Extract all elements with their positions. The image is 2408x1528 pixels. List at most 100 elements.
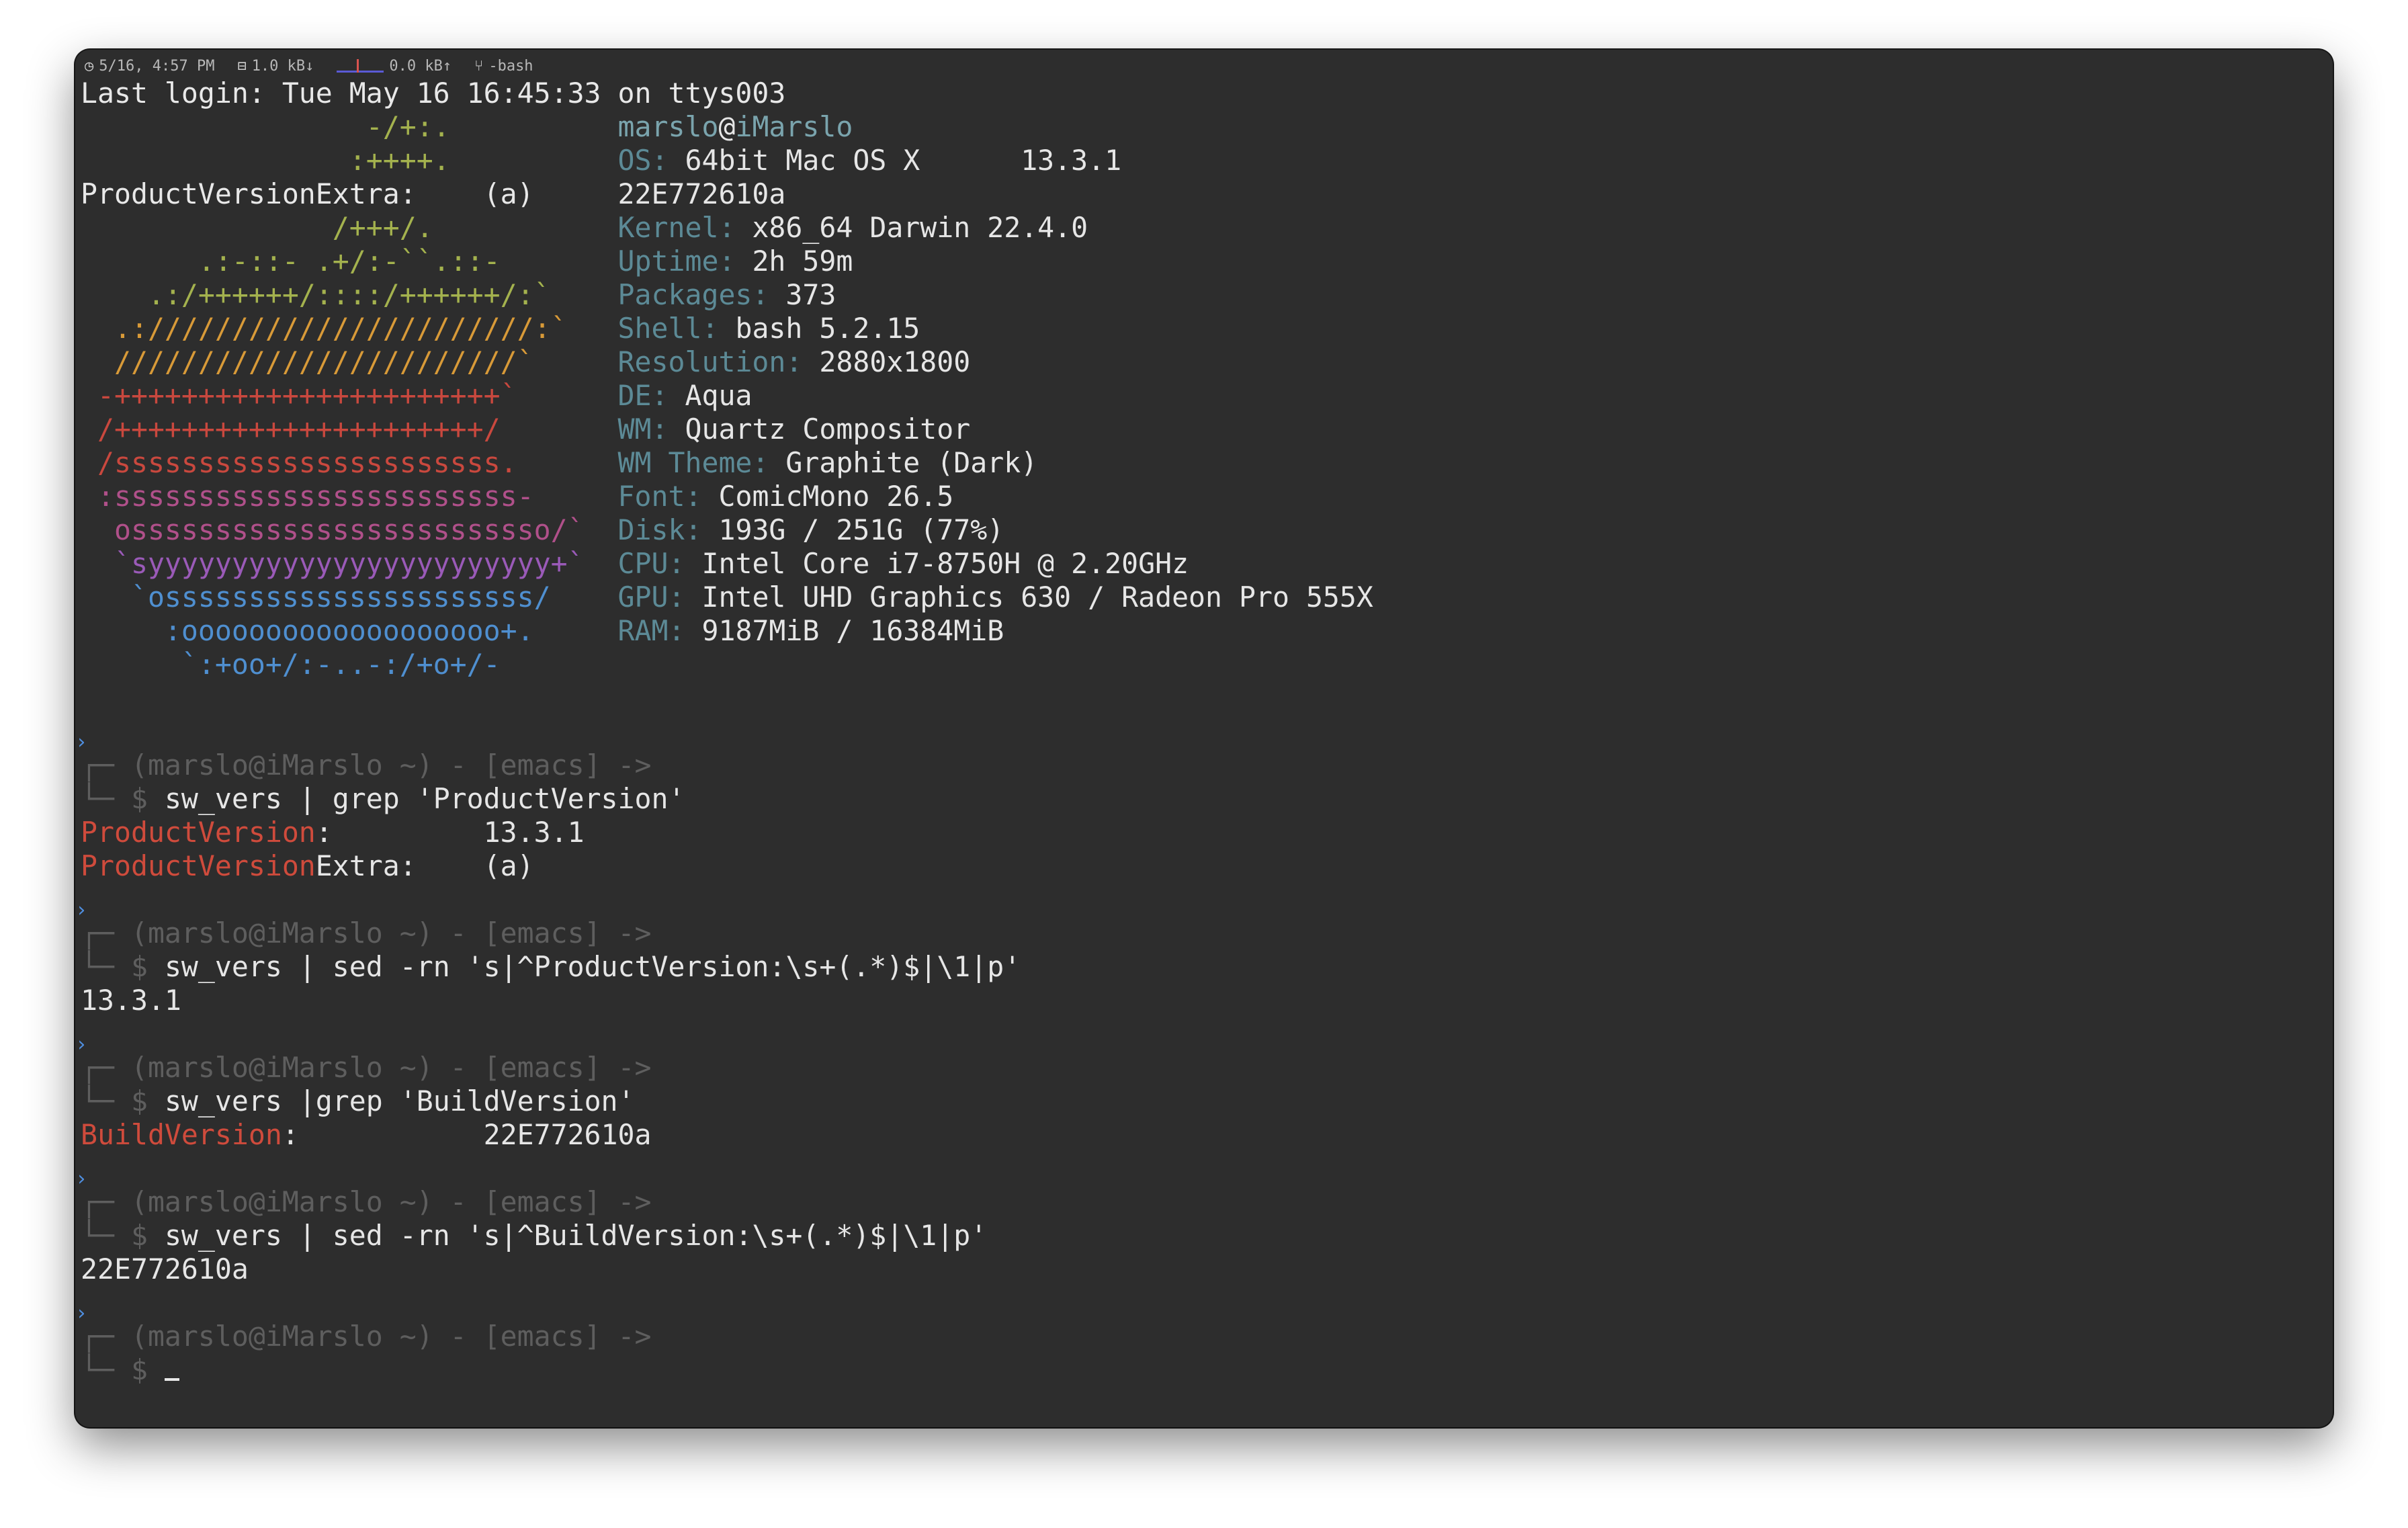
neofetch-info-value: 2h 59m: [752, 245, 853, 278]
ascii-art-fragment: `ossssssssssssssssssssss/: [81, 581, 618, 613]
command-text: sw_vers |grep 'BuildVersion': [164, 1085, 635, 1117]
neofetch-info-label: Resolution:: [617, 345, 803, 378]
neofetch-info-value: ComicMono 26.5: [718, 480, 954, 513]
clock-icon: ◷: [85, 57, 94, 75]
neofetch-user: marslo: [617, 110, 719, 143]
prompt-symbol: └─ $: [81, 1353, 165, 1386]
neofetch-info-value: 2880x1800: [819, 345, 971, 378]
ascii-art-fragment: ////////////////////////`: [81, 345, 618, 378]
prompt-context: ┌─ (marslo@iMarslo ~) - [emacs] ->: [81, 749, 652, 781]
ascii-art-fragment: -+++++++++++++++++++++++`: [81, 379, 618, 412]
command-output-line: 13.3.1: [81, 984, 1373, 1017]
neofetch-line: .:/++++++/::::/++++++/:` Packages: 373: [81, 278, 1373, 312]
neofetch-info-label: CPU:: [617, 547, 685, 580]
branch-icon: ⑂: [474, 57, 484, 75]
neofetch-line: -/+:. marslo@iMarslo: [81, 110, 1373, 144]
neofetch-info-label: Shell:: [617, 312, 719, 345]
tmux-status-bar: ◷ 5/16, 4:57 PM ⊟ 1.0 kB↓ 0.0 kB↑ ⑂ -bas…: [85, 55, 533, 77]
command-text: sw_vers | grep 'ProductVersion': [164, 782, 685, 815]
neofetch-info-value: Intel UHD Graphics 630 / Radeon Pro 555X: [701, 581, 1373, 613]
neofetch-info-value: x86_64 Darwin 22.4.0: [752, 211, 1088, 244]
command-line: └─ $: [81, 1353, 1373, 1387]
neofetch-line: :++++. OS: 64bit Mac OS X 13.3.1: [81, 144, 1373, 177]
neofetch-info-value: Quartz Compositor: [685, 413, 971, 445]
prompt-context: ┌─ (marslo@iMarslo ~) - [emacs] ->: [81, 1051, 652, 1084]
status-process: ⑂ -bash: [474, 57, 533, 75]
output-text: 13.3.1: [81, 984, 181, 1017]
neofetch-info-label: Disk:: [617, 513, 702, 546]
neofetch-info-label: Packages:: [617, 278, 769, 311]
prompt-marker-icon: ›: [75, 898, 88, 922]
neofetch-info-value: Graphite (Dark): [785, 446, 1038, 479]
neofetch-info-value: 9187MiB / 16384MiB: [701, 614, 1004, 647]
neofetch-info-value: bash 5.2.15: [735, 312, 920, 345]
last-login-line: Last login: Tue May 16 16:45:33 on ttys0…: [81, 77, 1373, 110]
ascii-art-fragment: .:-::- .+/:-``.::-: [81, 245, 618, 278]
command-line: └─ $ sw_vers | sed -rn 's|^ProductVersio…: [81, 950, 1373, 984]
ascii-art-fragment: .:///////////////////////:`: [81, 312, 618, 345]
neofetch-line: ProductVersionExtra: (a) 22E772610a: [81, 177, 1373, 211]
ascii-art-fragment: :++++.: [81, 144, 618, 177]
neofetch-info-value: Intel Core i7-8750H @ 2.20GHz: [701, 547, 1189, 580]
output-text: 22E772610a: [81, 1253, 249, 1285]
neofetch-info-value: 64bit Mac OS X 13.3.1: [685, 144, 1122, 177]
output-text: : 13.3.1: [315, 816, 585, 849]
command-text: sw_vers | sed -rn 's|^ProductVersion:\s+…: [164, 950, 1021, 983]
command-output-line: BuildVersion: 22E772610a: [81, 1118, 1373, 1152]
neofetch-line: `:+oo+/:-..-:/+o+/-: [81, 648, 1373, 681]
cursor[interactable]: [164, 1378, 179, 1381]
status-net-down: ⊟ 1.0 kB↓: [237, 57, 314, 75]
neofetch-info-value: 373: [785, 278, 836, 311]
last-login-text: Last login: Tue May 16 16:45:33 on ttys0…: [81, 77, 786, 110]
output-text: Extra: (a): [315, 849, 534, 882]
ascii-art-fragment: `syyyyyyyyyyyyyyyyyyyyyyyy+`: [81, 547, 618, 580]
command-line: └─ $ sw_vers | grep 'ProductVersion': [81, 782, 1373, 816]
neofetch-host: iMarslo: [735, 110, 853, 143]
prompt-symbol: └─ $: [81, 1085, 165, 1117]
prompt-context-line: › ┌─ (marslo@iMarslo ~) - [emacs] ->: [75, 730, 1373, 782]
prompt-marker-icon: ›: [75, 1302, 88, 1325]
prompt-context-line: › ┌─ (marslo@iMarslo ~) - [emacs] ->: [75, 1033, 1373, 1085]
ascii-art-fragment: /sssssssssssssssssssssss.: [81, 446, 618, 479]
neofetch-line: /sssssssssssssssssssssss. WM Theme: Grap…: [81, 446, 1373, 480]
neofetch-line: `syyyyyyyyyyyyyyyyyyyyyyyy+` CPU: Intel …: [81, 547, 1373, 581]
output-highlight: ProductVersion: [81, 849, 316, 882]
command-output-line: 22E772610a: [81, 1253, 1373, 1286]
terminal-window[interactable]: ◷ 5/16, 4:57 PM ⊟ 1.0 kB↓ 0.0 kB↑ ⑂ -bas…: [75, 50, 2333, 1427]
prompt-symbol: └─ $: [81, 950, 165, 983]
command-text: sw_vers | sed -rn 's|^BuildVersion:\s+(.…: [164, 1219, 988, 1252]
ascii-art-fragment: /++++++++++++++++++++++/: [81, 413, 618, 445]
neofetch-line: /+++/. Kernel: x86_64 Darwin 22.4.0: [81, 211, 1373, 245]
neofetch-info-label: Kernel:: [617, 211, 736, 244]
neofetch-line: .:-::- .+/:-``.::- Uptime: 2h 59m: [81, 245, 1373, 278]
output-highlight: BuildVersion: [81, 1118, 282, 1151]
neofetch-info-value: 22E772610a: [617, 177, 786, 210]
ascii-art-fragment: :ssssssssssssssssssssssss-: [81, 480, 618, 513]
prompt-context: ┌─ (marslo@iMarslo ~) - [emacs] ->: [81, 1185, 652, 1218]
neofetch-info-label: DE:: [617, 379, 669, 412]
network-icon: ⊟: [237, 57, 247, 75]
prompt-context: ┌─ (marslo@iMarslo ~) - [emacs] ->: [81, 1320, 652, 1353]
neofetch-info-value: Aqua: [685, 379, 752, 412]
ascii-art-fragment: .:/++++++/::::/++++++/:`: [81, 278, 618, 311]
neofetch-info-label: RAM:: [617, 614, 685, 647]
neofetch-line: .:///////////////////////:` Shell: bash …: [81, 312, 1373, 345]
ascii-art-fragment: :ooooooooooooooooooo+.: [81, 614, 618, 647]
ascii-art-fragment: ProductVersionExtra: (a): [81, 177, 618, 210]
terminal-output[interactable]: Last login: Tue May 16 16:45:33 on ttys0…: [75, 77, 1373, 1387]
prompt-marker-icon: ›: [75, 1033, 88, 1056]
neofetch-line: -+++++++++++++++++++++++` DE: Aqua: [81, 379, 1373, 413]
prompt-marker-icon: ›: [75, 730, 88, 754]
command-output-line: ProductVersion: 13.3.1: [81, 816, 1373, 849]
ascii-art-fragment: /+++/.: [81, 211, 618, 244]
command-output-line: ProductVersionExtra: (a): [81, 849, 1373, 883]
neofetch-info-label: OS:: [617, 144, 669, 177]
neofetch-info-label: GPU:: [617, 581, 685, 613]
neofetch-info-label: Uptime:: [617, 245, 736, 278]
status-datetime: ◷ 5/16, 4:57 PM: [85, 57, 215, 75]
